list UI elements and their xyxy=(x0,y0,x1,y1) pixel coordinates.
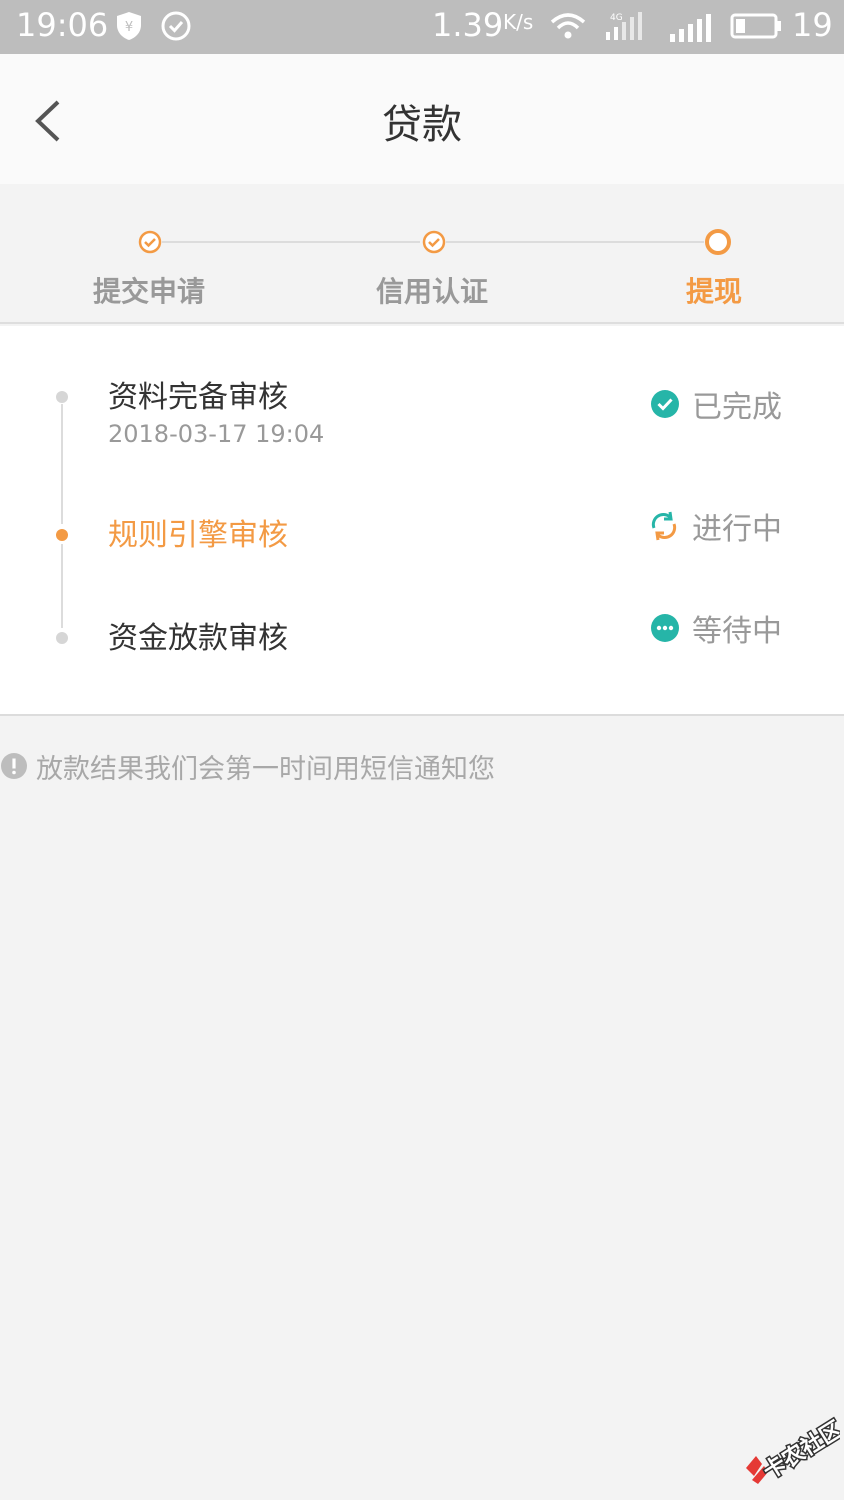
network-speed-unit: K/s xyxy=(503,10,534,34)
timeline-item-title: 资金放款审核 xyxy=(108,621,288,656)
status-label: 已完成 xyxy=(692,390,782,425)
check-circle-icon xyxy=(651,390,679,418)
more-dots-icon xyxy=(651,614,679,642)
timeline-dot xyxy=(56,391,68,403)
signal-4g-icon: 4G xyxy=(606,12,642,40)
battery-level: 19 xyxy=(792,6,833,44)
check-circle-icon xyxy=(161,11,191,41)
step-connector xyxy=(446,241,704,243)
step-label-credit: 信用认证 xyxy=(375,275,488,308)
refresh-icon xyxy=(651,511,677,541)
notice: 放款结果我们会第一时间用短信通知您 xyxy=(0,746,844,786)
svg-text:卡农社区: 卡农社区 xyxy=(759,1416,840,1485)
step-done-icon xyxy=(138,230,162,254)
step-connector xyxy=(162,241,420,243)
info-icon xyxy=(1,753,27,779)
timeline-dot-active xyxy=(56,529,68,541)
wifi-icon xyxy=(550,13,586,39)
network-speed: 1.39 xyxy=(432,6,504,44)
status-in-progress: 进行中 xyxy=(648,504,782,548)
status-bar: 19:06 ¥ 1.39 K/s 4G 19 xyxy=(0,0,844,54)
status-waiting: 等待中 xyxy=(650,606,782,650)
status-completed: 已完成 xyxy=(650,382,782,426)
status-label: 等待中 xyxy=(692,614,782,649)
review-timeline: 资料完备审核 2018-03-17 19:04 已完成 规则引擎审核 进行中 资… xyxy=(0,326,844,716)
shield-icon: ¥ xyxy=(117,12,141,40)
step-label-submit: 提交申请 xyxy=(92,275,205,308)
timeline-item-title: 规则引擎审核 xyxy=(108,518,288,553)
timeline-dot xyxy=(56,632,68,644)
status-label: 进行中 xyxy=(692,512,782,547)
step-active-icon xyxy=(705,229,731,255)
step-label-withdraw: 提现 xyxy=(685,275,742,308)
notice-text: 放款结果我们会第一时间用短信通知您 xyxy=(36,753,495,785)
timeline-rail xyxy=(61,544,63,628)
timeline-rail xyxy=(61,404,63,524)
timeline-item-title: 资料完备审核 xyxy=(108,380,288,415)
status-time: 19:06 xyxy=(16,6,109,44)
nav-bar: 贷款 xyxy=(0,54,844,184)
signal-icon xyxy=(670,14,711,42)
battery-icon xyxy=(730,13,781,39)
progress-steps: 提交申请 信用认证 提现 xyxy=(0,184,844,324)
page-title: 贷款 xyxy=(382,102,462,148)
step-done-icon xyxy=(422,230,446,254)
timeline-item-date: 2018-03-17 19:04 xyxy=(108,420,325,448)
watermark-logo: 卡农社区 xyxy=(746,1415,840,1486)
svg-text:4G: 4G xyxy=(610,13,623,23)
svg-text:¥: ¥ xyxy=(125,20,133,35)
